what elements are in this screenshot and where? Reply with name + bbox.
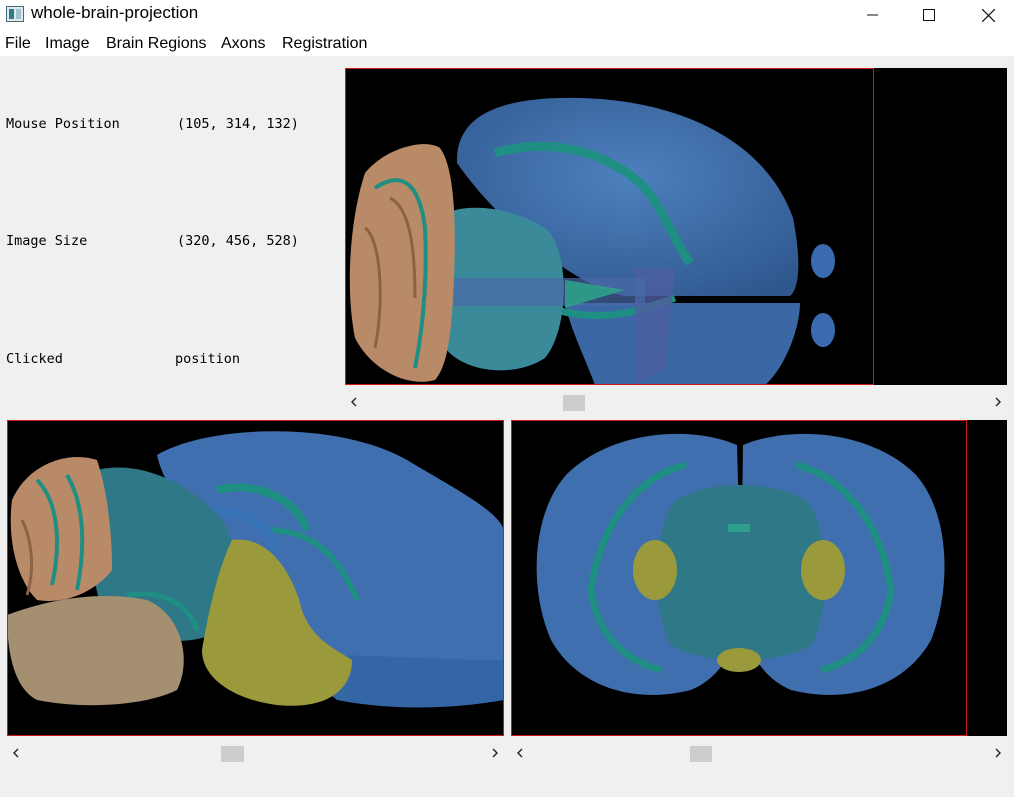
scroll-left-icon[interactable] <box>511 743 529 763</box>
close-icon <box>981 8 995 22</box>
menu-bar: File Image Brain Regions Axons Registrat… <box>0 32 1014 56</box>
menu-file[interactable]: File <box>5 35 31 53</box>
title-bar: whole-brain-projection <box>0 0 1014 32</box>
clicked-label: Clicked <box>6 351 63 367</box>
horizontal-scrollbar[interactable] <box>345 392 1007 412</box>
maximize-button[interactable] <box>906 0 952 30</box>
horizontal-view[interactable] <box>345 68 1007 385</box>
clicked-value: position <box>175 351 241 367</box>
sagittal-view[interactable] <box>7 420 504 736</box>
window-title: whole-brain-projection <box>31 3 199 22</box>
scrollbar-thumb[interactable] <box>221 746 244 762</box>
mouse-position-value: (105, 314, 132) <box>177 116 299 132</box>
app-icon <box>6 6 24 22</box>
scroll-right-icon[interactable] <box>989 392 1007 412</box>
scroll-right-icon[interactable] <box>486 743 504 763</box>
scroll-left-icon[interactable] <box>7 743 25 763</box>
scroll-right-icon[interactable] <box>989 743 1007 763</box>
menu-brain-regions[interactable]: Brain Regions <box>106 35 207 53</box>
scrollbar-thumb[interactable] <box>690 746 712 762</box>
maximize-icon <box>923 9 935 21</box>
scroll-left-icon[interactable] <box>345 392 363 412</box>
minimize-icon <box>867 14 878 16</box>
coronal-view[interactable] <box>511 420 1007 736</box>
mouse-position-label: Mouse Position <box>6 116 120 132</box>
close-button[interactable] <box>965 0 1011 30</box>
coronal-scrollbar[interactable] <box>511 743 1007 763</box>
menu-registration[interactable]: Registration <box>282 35 367 53</box>
image-size-value: (320, 456, 528) <box>177 233 299 249</box>
scrollbar-thumb[interactable] <box>563 395 585 411</box>
minimize-button[interactable] <box>850 0 896 30</box>
sagittal-scrollbar[interactable] <box>7 743 504 763</box>
image-size-label: Image Size <box>6 233 88 249</box>
menu-axons[interactable]: Axons <box>221 35 265 53</box>
menu-image[interactable]: Image <box>45 35 89 53</box>
